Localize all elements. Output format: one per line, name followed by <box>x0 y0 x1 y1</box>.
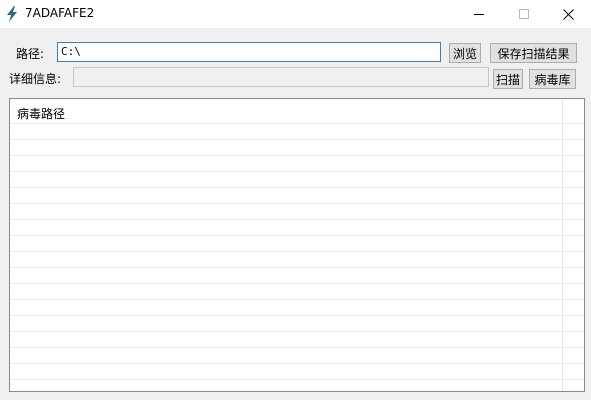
close-icon <box>563 8 574 20</box>
detail-field <box>73 67 489 87</box>
list-row-line <box>10 171 584 172</box>
list-row-line <box>10 123 584 124</box>
path-label: 路径: <box>16 47 45 61</box>
path-input[interactable]: C:\ <box>57 42 441 62</box>
list-row-line <box>10 251 584 252</box>
list-row-line <box>10 315 584 316</box>
scan-button[interactable]: 扫描 <box>493 69 523 89</box>
list-row-line <box>10 203 584 204</box>
title-bar[interactable]: 7ADAFAFE2 <box>0 0 591 28</box>
minimize-button[interactable] <box>456 0 501 28</box>
close-button[interactable] <box>546 0 591 28</box>
list-row-line <box>10 155 584 156</box>
minimize-icon <box>473 14 484 15</box>
detail-label: 详细信息: <box>9 72 62 86</box>
browse-button[interactable]: 浏览 <box>449 43 481 63</box>
maximize-button[interactable] <box>501 0 546 28</box>
column-header-virus-path[interactable]: 病毒路径 <box>17 105 65 122</box>
list-row-line <box>10 283 584 284</box>
app-lightning-icon <box>7 6 17 22</box>
list-row-line <box>10 299 584 300</box>
list-row-line <box>10 379 584 380</box>
list-row-line <box>10 267 584 268</box>
save-results-button[interactable]: 保存扫描结果 <box>490 43 577 63</box>
list-row-line <box>10 187 584 188</box>
results-list[interactable]: 病毒路径 <box>9 98 585 392</box>
maximize-icon <box>518 9 529 19</box>
list-row-line <box>10 219 584 220</box>
list-row-line <box>10 363 584 364</box>
list-row-line <box>10 139 584 140</box>
virus-db-button[interactable]: 病毒库 <box>529 69 576 89</box>
list-row-line <box>10 331 584 332</box>
list-row-line <box>10 235 584 236</box>
list-row-line <box>10 347 584 348</box>
window-title: 7ADAFAFE2 <box>25 6 95 20</box>
